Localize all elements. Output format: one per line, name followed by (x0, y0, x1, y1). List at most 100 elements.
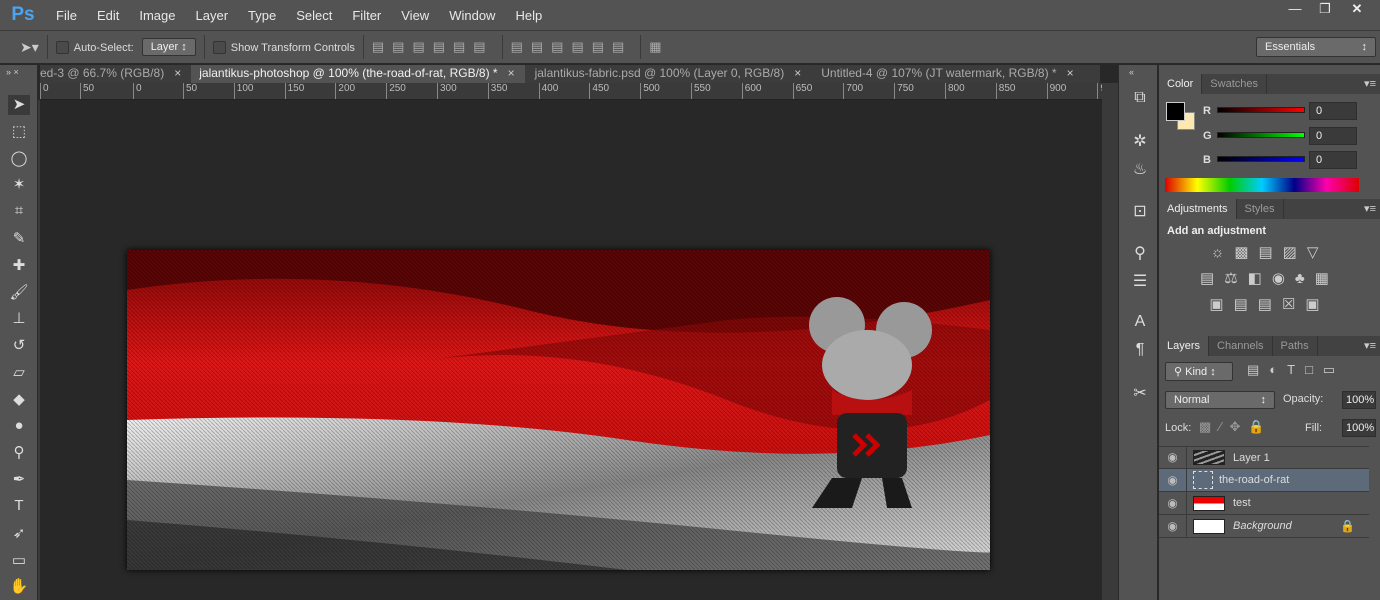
color-spectrum[interactable] (1165, 178, 1359, 192)
opacity-input[interactable]: 100% (1342, 391, 1376, 409)
properties-icon[interactable]: ☰ (1129, 271, 1151, 291)
visibility-eye-icon[interactable]: ◉ (1159, 514, 1187, 538)
healing-icon[interactable]: ✚ (8, 256, 30, 276)
type-icon[interactable]: T (8, 497, 30, 517)
blend-mode-select[interactable]: Normal ↕ (1165, 391, 1275, 409)
blue-slider[interactable] (1217, 156, 1305, 162)
rectangle-icon[interactable]: ▭ (8, 551, 30, 571)
menu-edit[interactable]: Edit (87, 8, 129, 23)
tab-document-2[interactable]: jalantikus-photoshop @ 100% (the-road-of… (191, 65, 525, 83)
move-tool-preset-icon[interactable]: ➤▾ (20, 39, 39, 56)
auto-align-icon[interactable]: ▦ (649, 39, 669, 55)
tab-document-3[interactable]: jalantikus-fabric.psd @ 100% (Layer 0, R… (525, 65, 812, 83)
layer-row[interactable]: ◉ Background 🔒 (1159, 514, 1369, 538)
tab-adjustments[interactable]: Adjustments (1159, 199, 1237, 219)
blur-icon[interactable]: ● (8, 417, 30, 437)
menu-type[interactable]: Type (238, 8, 286, 23)
collapse-icon[interactable]: » × (0, 65, 37, 79)
layer-select[interactable]: Layer ↕ (141, 38, 196, 56)
tab-channels[interactable]: Channels (1209, 336, 1273, 356)
paint-bucket-icon[interactable]: ◆ (8, 390, 30, 410)
tab-document-1[interactable]: ed-3 @ 66.7% (RGB/8) × (40, 65, 191, 83)
minimize-icon[interactable]: — (1280, 0, 1310, 20)
fill-input[interactable]: 100% (1342, 419, 1376, 437)
tab-document-4[interactable]: Untitled-4 @ 107% (JT watermark, RGB/8) … (811, 65, 1083, 83)
menu-window[interactable]: Window (439, 8, 505, 23)
close-icon[interactable]: ✕ (1342, 0, 1372, 20)
adjustment-icons-row-3[interactable]: ▣▤▤☒▣ (1167, 295, 1372, 313)
paragraph-icon[interactable]: ¶ (1129, 341, 1151, 359)
photoshop-logo: Ps (11, 4, 35, 25)
menu-view[interactable]: View (391, 8, 439, 23)
layer-row[interactable]: ◉ the-road-of-rat (1159, 468, 1369, 492)
red-value-input[interactable]: 0 (1309, 102, 1357, 120)
adjustment-icons-row-2[interactable]: ▤⚖◧◉♣▦ (1167, 269, 1372, 287)
tab-color[interactable]: Color (1159, 74, 1203, 94)
visibility-eye-icon[interactable]: ◉ (1159, 446, 1187, 469)
vertical-scrollbar[interactable] (1102, 83, 1118, 600)
close-tab-icon[interactable]: × (174, 66, 181, 80)
panel-menu-icon[interactable]: ▾≡ (1360, 199, 1380, 219)
history-icon[interactable]: ⧉ (1129, 89, 1151, 107)
clone-source-icon[interactable]: ⊡ (1129, 201, 1151, 221)
expand-panels-icon[interactable]: « (1119, 65, 1157, 79)
panel-menu-icon[interactable]: ▾≡ (1360, 74, 1380, 94)
foreground-color-swatch[interactable] (1166, 102, 1185, 121)
lock-icons[interactable]: ▩∕✥🔒 (1199, 419, 1273, 435)
layer-row[interactable]: ◉ test (1159, 491, 1369, 515)
tab-paths[interactable]: Paths (1273, 336, 1318, 356)
lasso-icon[interactable]: ◯ (8, 149, 30, 169)
eraser-icon[interactable]: ▱ (8, 363, 30, 383)
ruler-label: 400 (538, 83, 558, 99)
close-tab-icon[interactable]: × (508, 66, 515, 80)
tool-presets-icon[interactable]: ⚲ (1129, 243, 1151, 263)
visibility-eye-icon[interactable]: ◉ (1159, 491, 1187, 515)
workspace-select[interactable]: Essentials ↕ (1256, 37, 1376, 57)
move-icon[interactable]: ➤ (8, 95, 30, 115)
menu-help[interactable]: Help (505, 8, 552, 23)
tab-styles[interactable]: Styles (1237, 199, 1284, 219)
tab-layers[interactable]: Layers (1159, 336, 1210, 356)
actions-icon[interactable]: ✲ (1129, 131, 1151, 151)
align-icons[interactable]: ▤▤▤▤▤▤ (372, 39, 494, 55)
close-tab-icon[interactable]: × (794, 66, 801, 80)
eyedropper-icon[interactable]: ✎ (8, 229, 30, 249)
distribute-icons[interactable]: ▤▤▤▤▤▤ (511, 39, 633, 55)
layer-row[interactable]: ◉ Layer 1 (1159, 446, 1369, 469)
tools-icon[interactable]: ✂ (1129, 383, 1151, 403)
document-canvas[interactable] (127, 250, 990, 570)
smart-object-thumbnail (1193, 471, 1213, 489)
brush-icon[interactable]: 🖌 (8, 283, 30, 303)
pen-icon[interactable]: ✒ (8, 470, 30, 490)
stamp-icon[interactable]: ⊥ (8, 309, 30, 329)
character-icon[interactable]: A (1129, 313, 1151, 331)
dodge-icon[interactable]: ⚲ (8, 443, 30, 463)
tab-swatches[interactable]: Swatches (1202, 74, 1267, 94)
auto-select-checkbox[interactable]: Auto-Select: (55, 40, 134, 55)
menu-filter[interactable]: Filter (342, 8, 391, 23)
history-brush-icon[interactable]: ↺ (8, 336, 30, 356)
restore-icon[interactable]: ❐ (1310, 0, 1340, 20)
show-transform-checkbox[interactable]: Show Transform Controls (212, 40, 355, 55)
close-tab-icon[interactable]: × (1067, 66, 1074, 80)
adjustment-icons-row-1[interactable]: ☼▩▤▨▽ (1167, 243, 1372, 261)
red-slider[interactable] (1217, 107, 1305, 113)
adjustments-panel-tabs: Adjustments Styles ▾≡ (1159, 199, 1380, 219)
menu-file[interactable]: File (46, 8, 87, 23)
menu-layer[interactable]: Layer (186, 8, 239, 23)
brush-presets-icon[interactable]: ♨ (1129, 159, 1151, 179)
menu-select[interactable]: Select (286, 8, 342, 23)
menu-image[interactable]: Image (129, 8, 185, 23)
layer-filter-icons[interactable]: ▤◐T□▭ (1247, 362, 1345, 378)
green-value-input[interactable]: 0 (1309, 127, 1357, 145)
hand-icon[interactable]: ✋ (8, 577, 30, 597)
panel-menu-icon[interactable]: ▾≡ (1360, 336, 1380, 356)
layer-filter-select[interactable]: ⚲ Kind ↕ (1165, 362, 1233, 381)
magic-wand-icon[interactable]: ✶ (8, 175, 30, 195)
marquee-icon[interactable]: ⬚ (8, 122, 30, 142)
path-select-icon[interactable]: ➶ (8, 524, 30, 544)
green-slider[interactable] (1217, 132, 1305, 138)
visibility-eye-icon[interactable]: ◉ (1159, 468, 1187, 492)
crop-icon[interactable]: ⌗ (8, 202, 30, 222)
blue-value-input[interactable]: 0 (1309, 151, 1357, 169)
